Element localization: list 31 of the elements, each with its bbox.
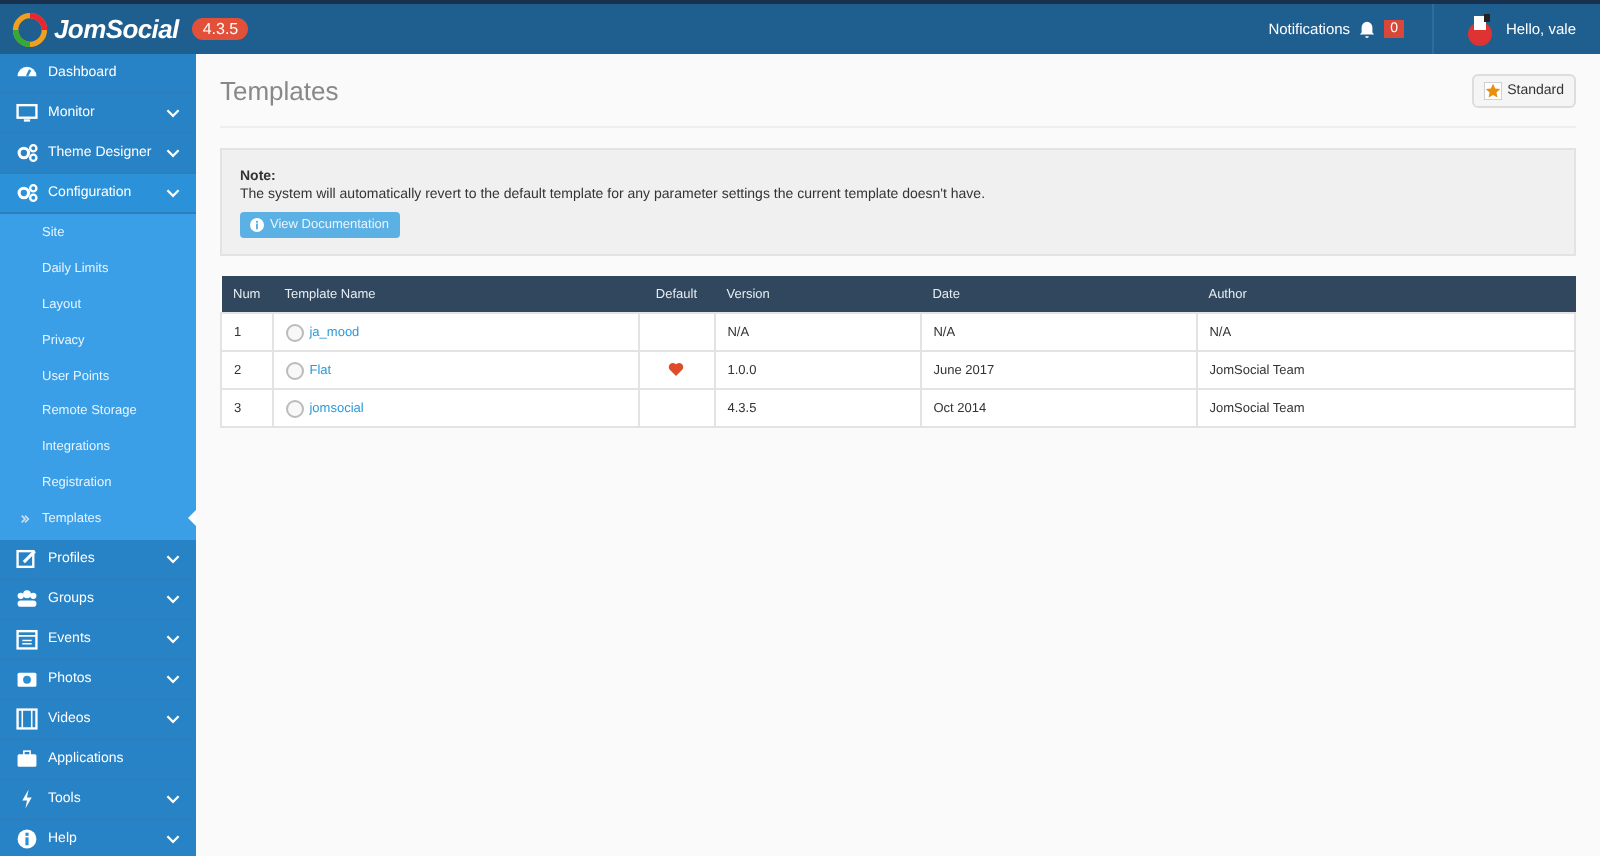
menu-icon	[16, 788, 38, 811]
chevron-icon	[166, 674, 180, 685]
radio-button[interactable]	[285, 323, 304, 341]
menu-icon	[16, 748, 38, 771]
star-icon	[1483, 81, 1502, 99]
chevron-icon	[166, 634, 180, 645]
chevron-icon	[166, 148, 180, 158]
logo-icon	[12, 11, 48, 47]
menu-icon	[16, 628, 38, 651]
menu-icon	[16, 708, 38, 731]
bell-icon[interactable]	[1358, 20, 1377, 38]
menu-icon	[16, 668, 38, 691]
version-badge: 4.3.5	[192, 18, 249, 40]
menu-icon	[16, 588, 38, 611]
radio-button[interactable]	[285, 361, 304, 379]
brand-name: JomSocial	[54, 14, 179, 44]
chevron-icon	[166, 188, 180, 198]
page-title: Templates	[220, 75, 339, 105]
chevron-icon	[166, 594, 180, 605]
chevron-icon	[166, 108, 180, 118]
chevron-icon	[166, 554, 180, 565]
menu-icon	[16, 548, 38, 571]
chevron-icon	[166, 834, 180, 845]
chevron-icon	[166, 714, 180, 725]
menu-icon	[16, 828, 38, 851]
info-icon	[250, 218, 264, 232]
radio-button[interactable]	[285, 399, 304, 417]
menu-icon	[16, 182, 38, 204]
menu-icon	[16, 142, 38, 164]
chevron-icon	[166, 794, 180, 805]
menu-icon	[16, 102, 38, 124]
